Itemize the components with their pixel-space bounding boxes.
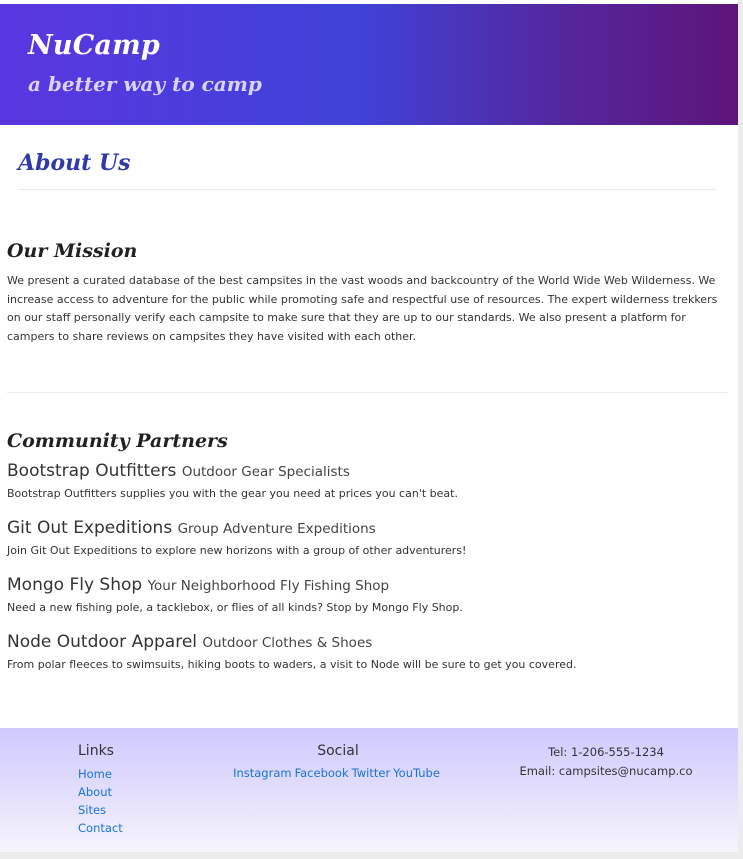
partner-git-out-expeditions: Git Out Expeditions Group Adventure Expe… bbox=[7, 518, 729, 557]
scroll-edge bbox=[738, 0, 743, 859]
site-header: NuCamp a better way to camp bbox=[0, 4, 738, 125]
youtube-link[interactable]: YouTube bbox=[393, 766, 440, 780]
site-footer: Links Home About Sites Contact Social In… bbox=[0, 728, 738, 852]
footer-social: Social Instagram Facebook Twitter YouTube bbox=[233, 743, 443, 780]
partner-name: Git Out Expeditions Group Adventure Expe… bbox=[7, 518, 729, 538]
partner-description: Bootstrap Outfitters supplies you with t… bbox=[7, 487, 458, 500]
footer-link-sites[interactable]: Sites bbox=[78, 801, 123, 819]
partner-name: Mongo Fly Shop Your Neighborhood Fly Fis… bbox=[7, 575, 729, 595]
partner-bootstrap-outfitters: Bootstrap Outfitters Outdoor Gear Specia… bbox=[7, 461, 729, 500]
footer-link-home[interactable]: Home bbox=[78, 765, 123, 783]
instagram-link[interactable]: Instagram bbox=[233, 766, 292, 780]
partner-title: Mongo Fly Shop bbox=[7, 575, 143, 595]
partner-name: Node Outdoor Apparel Outdoor Clothes & S… bbox=[7, 632, 729, 652]
contact-email: Email: campsites@nucamp.co bbox=[519, 764, 693, 778]
partner-subtitle: Your Neighborhood Fly Fishing Shop bbox=[147, 578, 390, 594]
partner-title: Node Outdoor Apparel bbox=[7, 632, 198, 652]
mission-heading: Our Mission bbox=[7, 240, 138, 262]
contact-phone: Tel: 1-206-555-1234 bbox=[548, 745, 664, 759]
partner-title: Git Out Expeditions bbox=[7, 518, 173, 538]
facebook-link[interactable]: Facebook bbox=[295, 766, 349, 780]
partners-heading: Community Partners bbox=[7, 430, 228, 452]
partner-description: Join Git Out Expeditions to explore new … bbox=[7, 544, 467, 557]
footer-contact: Tel: 1-206-555-1234 Email: campsites@nuc… bbox=[500, 743, 712, 781]
partner-mongo-fly-shop: Mongo Fly Shop Your Neighborhood Fly Fis… bbox=[7, 575, 729, 614]
partner-subtitle: Outdoor Clothes & Shoes bbox=[202, 635, 373, 651]
divider bbox=[7, 392, 727, 393]
partner-subtitle: Group Adventure Expeditions bbox=[177, 521, 376, 537]
partner-subtitle: Outdoor Gear Specialists bbox=[181, 464, 350, 480]
page: NuCamp a better way to camp About Us Our… bbox=[0, 0, 743, 859]
partner-node-outdoor-apparel: Node Outdoor Apparel Outdoor Clothes & S… bbox=[7, 632, 729, 671]
partner-name: Bootstrap Outfitters Outdoor Gear Specia… bbox=[7, 461, 729, 481]
bottom-strip bbox=[0, 852, 743, 859]
social-links: Instagram Facebook Twitter YouTube bbox=[233, 766, 443, 780]
footer-links-list: Home About Sites Contact bbox=[78, 765, 123, 837]
brand-title: NuCamp bbox=[28, 30, 160, 61]
footer-link-about[interactable]: About bbox=[78, 783, 123, 801]
footer-link-contact[interactable]: Contact bbox=[78, 819, 123, 837]
divider bbox=[18, 189, 716, 190]
footer-links: Links Home About Sites Contact bbox=[78, 743, 123, 837]
mission-text: We present a curated database of the bes… bbox=[7, 274, 718, 343]
brand-tagline: a better way to camp bbox=[28, 72, 262, 96]
partner-title: Bootstrap Outfitters bbox=[7, 461, 177, 481]
page-title: About Us bbox=[18, 150, 131, 176]
twitter-link[interactable]: Twitter bbox=[352, 766, 391, 780]
partner-description: From polar fleeces to swimsuits, hiking … bbox=[7, 658, 577, 671]
partner-description: Need a new fishing pole, a tacklebox, or… bbox=[7, 601, 463, 614]
footer-links-title: Links bbox=[78, 743, 114, 759]
footer-social-title: Social bbox=[317, 743, 359, 759]
